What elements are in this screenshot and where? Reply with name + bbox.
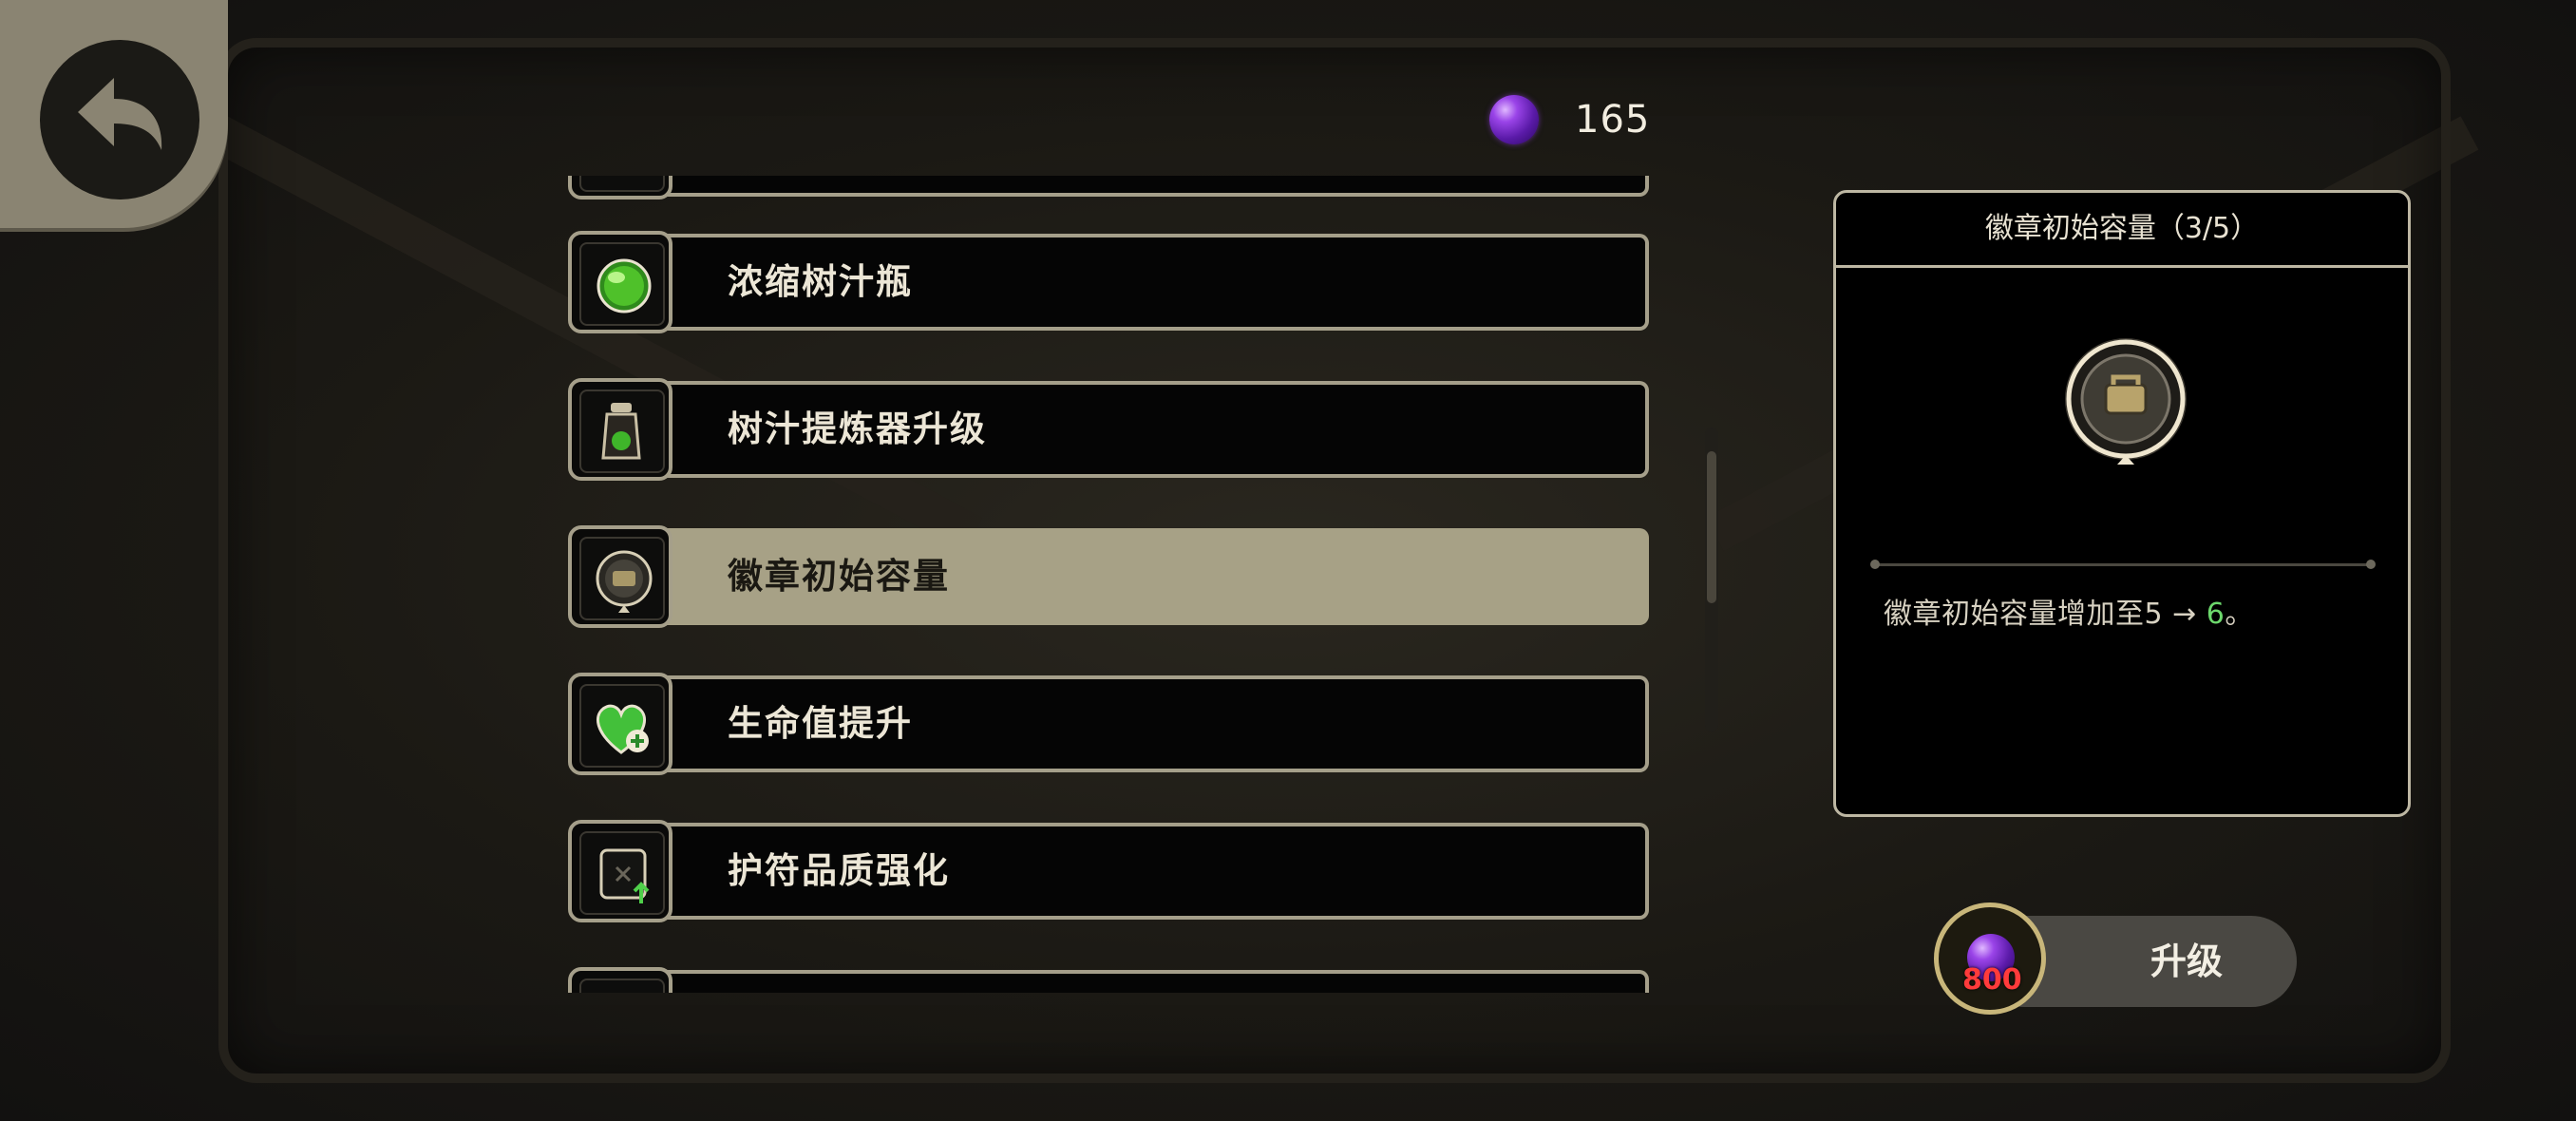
detail-title: 徽章初始容量（3/5）	[1836, 193, 2408, 268]
green-gem-icon	[597, 258, 652, 314]
upgrade-icon-frame	[568, 176, 672, 200]
upgrade-icon-frame	[568, 378, 672, 481]
upgrade-row-sap-extractor[interactable]: 树汁提炼器升级	[568, 378, 1657, 481]
detail-divider	[1870, 560, 2376, 569]
upgrade-label: 浓缩树汁瓶	[728, 261, 913, 302]
upgrade-label: 护符品质强化	[728, 850, 950, 891]
sap-extractor-icon	[601, 403, 641, 460]
upgrade-label: 树汁提炼器升级	[728, 408, 987, 449]
upgrade-icon-frame	[568, 231, 672, 333]
upgrade-icon-frame	[568, 967, 672, 993]
upgrade-row-partial-bottom[interactable]	[568, 967, 1657, 993]
upgrade-detail-panel: 徽章初始容量（3/5） 徽章初始容量增加至5 → 6。	[1833, 190, 2411, 817]
charm-upgrade-icon	[599, 848, 650, 903]
upgrade-row-charm-quality[interactable]: 护符品质强化	[568, 820, 1657, 922]
upgrade-list[interactable]: 浓缩树汁瓶 树汁提炼器升级 徽章初始容量 生命值提升 护符品质强化	[560, 176, 1672, 993]
detail-desc-suffix: 。	[2225, 598, 2254, 631]
upgrade-cost-coin	[1934, 902, 2046, 1015]
upgrade-row-badge-capacity[interactable]: 徽章初始容量	[568, 525, 1657, 628]
currency-display: 165	[1489, 91, 1650, 148]
badge-capacity-icon	[596, 550, 653, 613]
upgrade-row-partial-top[interactable]	[568, 176, 1657, 200]
upgrade-label: 生命值提升	[728, 703, 913, 744]
upgrade-row-bar	[606, 970, 1649, 993]
upgrade-icon-frame	[568, 673, 672, 775]
upgrade-cost: 800	[1962, 963, 2022, 997]
detail-desc-prefix: 徽章初始容量增加至5 →	[1884, 598, 2207, 631]
back-arrow-icon	[78, 78, 162, 150]
badge-capacity-icon	[2065, 338, 2187, 465]
upgrade-icon-frame	[568, 820, 672, 922]
upgrade-icon-frame	[568, 525, 672, 628]
upgrade-button-label: 升级	[2150, 940, 2223, 982]
list-scrollbar-thumb[interactable]	[1707, 451, 1716, 603]
green-heart-plus-icon	[596, 704, 649, 754]
detail-desc-value: 6	[2206, 598, 2226, 631]
upgrade-row-health-boost[interactable]: 生命值提升	[568, 673, 1657, 775]
back-button[interactable]	[0, 0, 228, 228]
currency-count: 165	[1575, 98, 1651, 142]
detail-description: 徽章初始容量增加至5 → 6。	[1884, 590, 2254, 632]
purple-orb-icon	[1489, 95, 1539, 144]
upgrade-row-sap-bottle[interactable]: 浓缩树汁瓶	[568, 231, 1657, 333]
upgrade-button[interactable]: 升级 800	[1934, 902, 2297, 1015]
upgrade-label: 徽章初始容量	[728, 556, 950, 597]
upgrade-row-bar	[606, 176, 1649, 197]
